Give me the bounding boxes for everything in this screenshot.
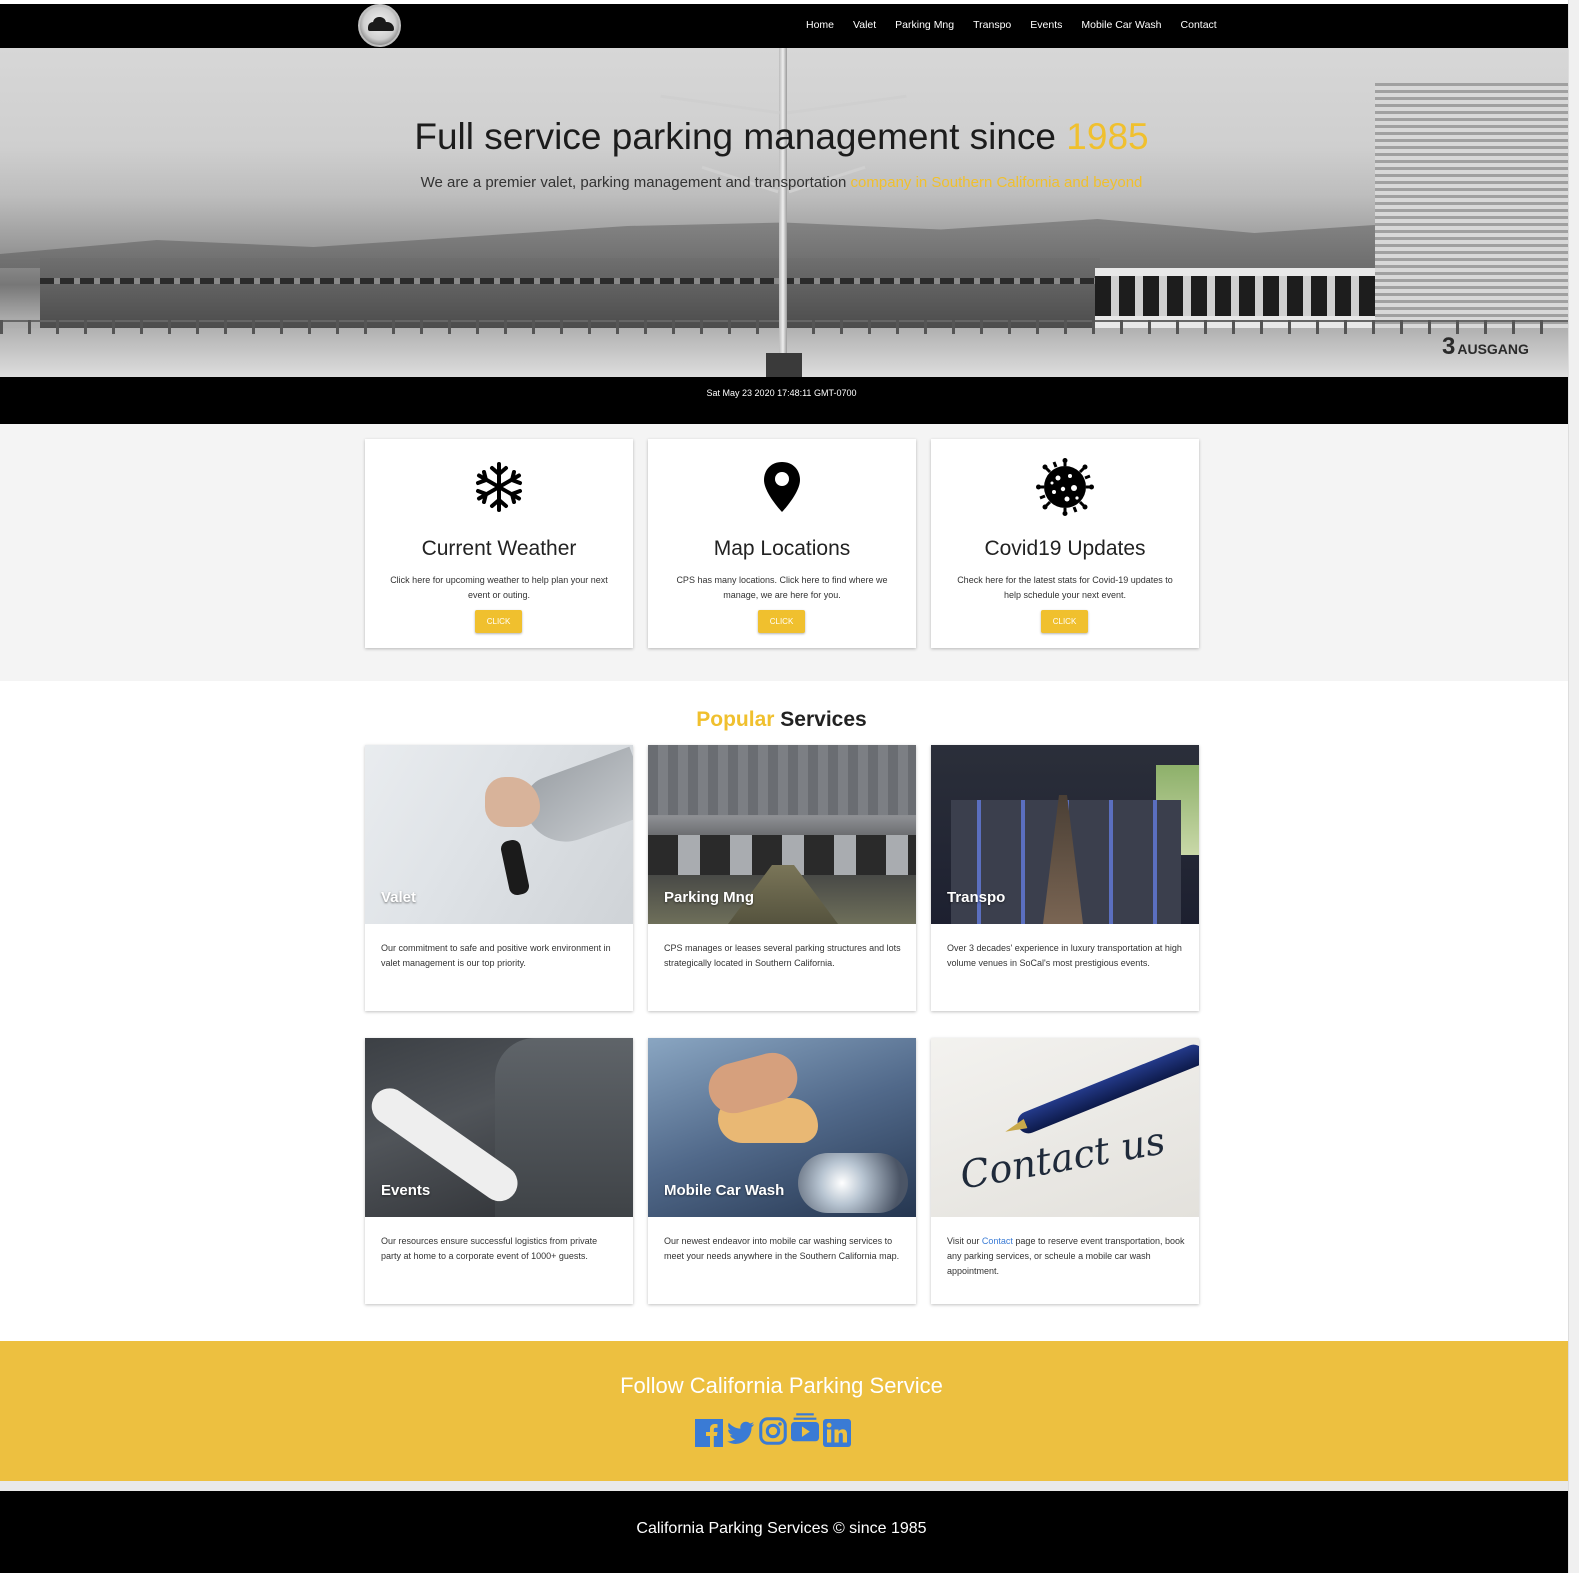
date-bar: Sat May 23 2020 17:48:11 GMT-0700 xyxy=(0,377,1568,424)
nav-mobile-car-wash[interactable]: Mobile Car Wash xyxy=(1081,19,1161,31)
contact-image: Contact us xyxy=(931,1038,1199,1217)
instagram-icon[interactable] xyxy=(759,1413,787,1447)
service-title: Mobile Car Wash xyxy=(664,1182,785,1199)
hero-light-arm xyxy=(660,94,780,115)
hero-light-arm xyxy=(787,94,907,115)
parking-image-ceiling xyxy=(648,745,916,815)
hero-pole-base xyxy=(766,353,802,377)
service-card-parking-mng[interactable]: Parking Mng CPS manages or leases severa… xyxy=(648,745,916,1011)
follow-title: Follow California Parking Service xyxy=(620,1373,943,1398)
linkedin-icon[interactable] xyxy=(823,1413,851,1447)
services-heading-main: Services xyxy=(780,708,867,731)
footer-copyright: California Parking Services © since 1985 xyxy=(636,1520,927,1537)
covid-click-button[interactable]: CLICK xyxy=(1041,610,1088,633)
car-wash-image-headlight xyxy=(798,1153,908,1213)
service-text: CPS manages or leases several parking st… xyxy=(664,943,901,968)
service-card-contact[interactable]: Contact us Visit our Contact page to res… xyxy=(931,1038,1199,1304)
hero-title-accent: 1985 xyxy=(1066,116,1149,157)
covid-card-text: Check here for the latest stats for Covi… xyxy=(957,575,1173,600)
page-scrollbar[interactable] xyxy=(1568,0,1579,1573)
nav-links: Home Valet Parking Mng Transpo Events Mo… xyxy=(806,19,1236,31)
hero-title: Full service parking management since 19… xyxy=(0,116,1563,158)
contact-text-before: Visit our xyxy=(947,1236,980,1246)
nav-valet[interactable]: Valet xyxy=(853,19,876,31)
map-card: Map Locations CPS has many locations. Cl… xyxy=(648,439,916,648)
service-text: Our commitment to safe and positive work… xyxy=(381,943,611,968)
nav-home[interactable]: Home xyxy=(806,19,834,31)
transpo-image: Transpo xyxy=(931,745,1199,924)
social-links xyxy=(695,1409,851,1447)
weather-card: Current Weather Click here for upcoming … xyxy=(365,439,633,648)
services-heading-accent: Popular xyxy=(696,708,775,731)
sign-word: AUSGANG xyxy=(1457,341,1529,357)
parking-image: Parking Mng xyxy=(648,745,916,924)
hero-subtitle-main: We are a premier valet, parking manageme… xyxy=(420,174,847,191)
car-key-icon xyxy=(499,838,531,897)
services-heading: Popular Services xyxy=(0,708,1563,732)
hero-exit-sign: 3 AUSGANG xyxy=(1442,333,1529,361)
hero-subtitle-accent: company in Southern California and beyon… xyxy=(850,174,1143,191)
service-text: Over 3 decades' experience in luxury tra… xyxy=(947,943,1182,968)
valet-image: Valet xyxy=(365,745,633,924)
service-text: Our resources ensure successful logistic… xyxy=(381,1236,598,1261)
events-image: Events xyxy=(365,1038,633,1217)
car-logo-icon xyxy=(368,17,394,31)
contact-link[interactable]: Contact xyxy=(982,1236,1013,1246)
hero-light-pole xyxy=(779,48,787,377)
covid-card: Covid19 Updates Check here for the lates… xyxy=(931,439,1199,648)
hero-banner: 3 AUSGANG Full service parking management… xyxy=(0,48,1568,377)
virus-icon xyxy=(931,458,1199,516)
service-text: Visit our Contact page to reserve event … xyxy=(947,1234,1185,1279)
follow-section: Follow California Parking Service xyxy=(0,1341,1568,1481)
navbar: Home Valet Parking Mng Transpo Events Mo… xyxy=(0,4,1579,48)
weather-card-title: Current Weather xyxy=(421,537,577,560)
youtube-icon[interactable] xyxy=(791,1409,819,1447)
service-title: Transpo xyxy=(947,889,1006,906)
sign-number: 3 xyxy=(1442,333,1456,360)
hero-title-main: Full service parking management since xyxy=(414,116,1057,157)
nav-transpo[interactable]: Transpo xyxy=(973,19,1011,31)
service-card-transpo[interactable]: Transpo Over 3 decades' experience in lu… xyxy=(931,745,1199,1011)
twitter-icon[interactable] xyxy=(727,1413,755,1447)
map-card-text: CPS has many locations. Click here to fi… xyxy=(676,575,888,600)
hero-subtitle: We are a premier valet, parking manageme… xyxy=(0,174,1563,191)
service-title: Parking Mng xyxy=(664,889,755,906)
service-title: Events xyxy=(381,1182,431,1199)
weather-click-button[interactable]: CLICK xyxy=(475,610,522,633)
service-card-events[interactable]: Events Our resources ensure successful l… xyxy=(365,1038,633,1304)
logo[interactable] xyxy=(358,4,401,47)
nav-parking-mng[interactable]: Parking Mng xyxy=(895,19,954,31)
car-wash-image: Mobile Car Wash xyxy=(648,1038,916,1217)
service-card-mobile-car-wash[interactable]: Mobile Car Wash Our newest endeavor into… xyxy=(648,1038,916,1304)
info-cards-section: Current Weather Click here for upcoming … xyxy=(0,424,1568,681)
nav-contact[interactable]: Contact xyxy=(1181,19,1217,31)
footer-divider xyxy=(0,1481,1568,1491)
footer: California Parking Services © since 1985 xyxy=(0,1491,1568,1573)
map-card-title: Map Locations xyxy=(713,537,851,560)
service-title: Valet xyxy=(381,889,417,906)
facebook-icon[interactable] xyxy=(695,1413,723,1447)
weather-card-text: Click here for upcoming weather to help … xyxy=(390,575,608,600)
map-pin-icon xyxy=(648,459,916,515)
current-datetime: Sat May 23 2020 17:48:11 GMT-0700 xyxy=(706,388,857,398)
covid-card-title: Covid19 Updates xyxy=(984,537,1146,560)
nav-events[interactable]: Events xyxy=(1030,19,1062,31)
snowflake-icon xyxy=(365,459,633,515)
fountain-pen-icon xyxy=(1014,1041,1199,1137)
map-click-button[interactable]: CLICK xyxy=(758,610,805,633)
service-text: Our newest endeavor into mobile car wash… xyxy=(664,1236,900,1261)
service-card-valet[interactable]: Valet Our commitment to safe and positiv… xyxy=(365,745,633,1011)
contact-image-script: Contact us xyxy=(956,1118,1169,1198)
